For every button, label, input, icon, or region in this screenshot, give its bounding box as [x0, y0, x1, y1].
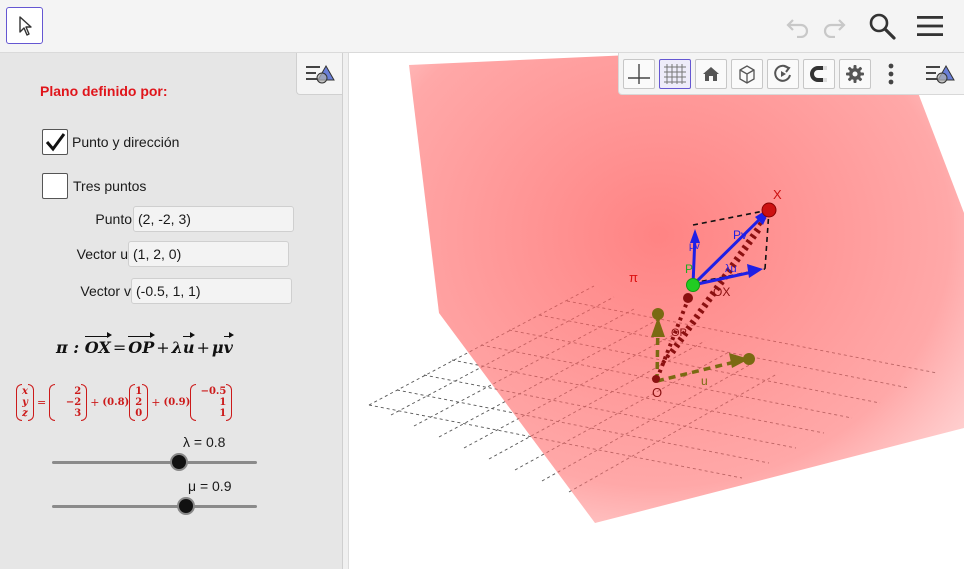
rotate-view-button[interactable] — [767, 59, 799, 89]
point-capturing-button[interactable] — [803, 59, 835, 89]
point-x[interactable] — [761, 202, 777, 218]
view-direction-button[interactable] — [731, 59, 763, 89]
mu-slider-track[interactable] — [52, 505, 257, 508]
undo-icon — [786, 19, 809, 38]
point-input[interactable] — [133, 206, 294, 232]
point-direction-checkbox[interactable] — [42, 129, 68, 155]
vec-lu-label: λu — [725, 263, 737, 275]
settings-button[interactable] — [839, 59, 871, 89]
mu-slider-label: μ = 0.9 — [188, 478, 232, 494]
search-icon — [869, 13, 896, 40]
main-menu-button[interactable] — [914, 10, 946, 42]
formula-plus-2: + — [196, 338, 210, 357]
vector-v-input[interactable] — [131, 278, 292, 304]
vec-pv-label: Pv — [733, 228, 747, 242]
vector-op: OP — [128, 332, 156, 357]
point-field-label: Punto — [95, 211, 132, 227]
three-points-label: Tres puntos — [73, 178, 147, 194]
cursor-arrow-icon — [18, 15, 32, 36]
xyz-column: x y z — [16, 384, 34, 421]
cube-view-icon — [739, 65, 755, 84]
more-options-button[interactable] — [875, 59, 907, 89]
menu-icon — [917, 16, 943, 36]
u-column: 1 2 0 — [129, 384, 149, 421]
redo-icon — [823, 19, 846, 38]
three-points-checkbox[interactable] — [42, 173, 68, 199]
home-icon — [703, 67, 719, 81]
graphics-3d-view[interactable]: π X P O u OX OP λu μv Pv — [349, 53, 964, 569]
gear-icon — [846, 65, 864, 83]
point-p-label: P — [685, 262, 693, 276]
lambda-slider-label: λ = 0.8 — [183, 434, 226, 450]
plane-pi[interactable] — [409, 53, 964, 523]
vec-u-label: u — [701, 374, 708, 388]
point-dark-red[interactable] — [683, 293, 693, 303]
point-x-label: X — [773, 187, 782, 202]
point-p[interactable] — [686, 278, 700, 292]
scene-svg: π X P O u OX OP λu μv Pv — [368, 53, 964, 523]
plane-vector-equation: π : OX = OP + λu + μv — [56, 332, 235, 357]
formula-lambda: λ — [171, 338, 183, 357]
origin-label: O — [652, 385, 662, 400]
point-column: 2 −2 3 — [49, 384, 88, 421]
formula-equals: = — [112, 338, 127, 357]
magnet-icon — [810, 66, 827, 82]
undo-button[interactable] — [782, 10, 814, 42]
parametric-matrix-equation: x y z = 2 −2 3 + (0.8) 1 2 0 + (0.9) −0.… — [16, 384, 233, 421]
lambda-slider-track[interactable] — [52, 461, 257, 464]
style-bar-icon — [926, 64, 955, 84]
formula-plus-1: + — [156, 338, 170, 357]
vec-ox-label: OX — [713, 285, 730, 299]
axes-icon — [628, 64, 650, 84]
algebra-style-bar-button[interactable] — [296, 53, 342, 95]
grid-toggle-button[interactable] — [659, 59, 691, 89]
formula-lhs: π : — [56, 338, 85, 357]
rotate-icon — [774, 64, 791, 82]
vector-ox: OX — [84, 332, 112, 357]
top-toolbar — [0, 0, 964, 53]
vector-v: v — [223, 332, 235, 357]
checkmark-icon — [45, 133, 66, 152]
vector-v-field-label: Vector v — [80, 283, 131, 299]
vector-u-input[interactable] — [128, 241, 289, 267]
vec-mv-label: μv — [689, 241, 700, 252]
plane-definition-title: Plano definido por: — [40, 83, 168, 99]
origin-point[interactable] — [652, 375, 660, 383]
plane-label: π — [629, 270, 638, 285]
grid-icon — [664, 64, 686, 84]
axes-toggle-button[interactable] — [623, 59, 655, 89]
vector-u: u — [182, 332, 196, 357]
graphics-style-bar-toggle[interactable] — [921, 59, 959, 89]
point-direction-label: Punto y dirección — [72, 134, 180, 150]
panel-divider[interactable] — [342, 53, 349, 569]
redo-button[interactable] — [818, 10, 850, 42]
v-column: −0.5 1 1 — [190, 384, 233, 421]
vector-u-field-label: Vector u — [76, 246, 128, 262]
more-icon — [888, 63, 894, 85]
graphics-style-bar — [618, 53, 964, 95]
search-button[interactable] — [866, 10, 898, 42]
move-tool-button[interactable] — [6, 7, 43, 44]
formula-mu: μ — [211, 338, 224, 357]
standard-view-button[interactable] — [695, 59, 727, 89]
vec-op-label: OP — [671, 327, 687, 339]
style-bar-icon — [305, 64, 335, 83]
